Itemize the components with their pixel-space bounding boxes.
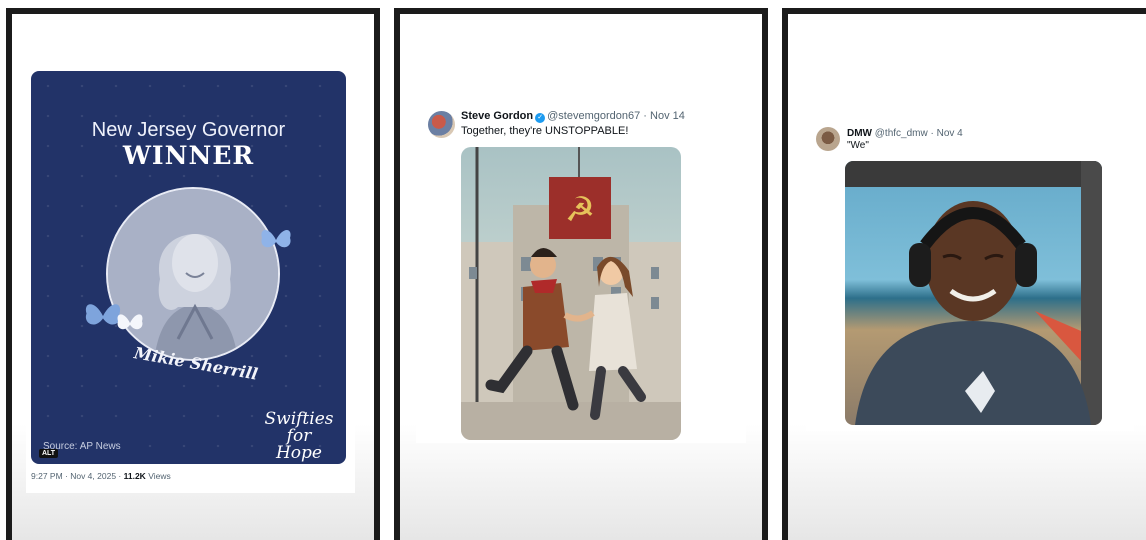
author-name[interactable]: DMW (847, 128, 872, 139)
tweet-author: DMW @thfc_dmw · Nov 4 (847, 128, 963, 139)
panel-frame-1: New Jersey Governor WINNER Mikie Sherril… (6, 8, 380, 540)
panel-2: Steve Gordon ✓ @stevemgordon67 · Nov 14 To… (400, 14, 762, 540)
views-label: Views (145, 471, 171, 481)
tweet-text: Together, they're UNSTOPPABLE! (461, 125, 629, 137)
avatar[interactable] (816, 127, 840, 151)
views-count: 11.2K (123, 471, 146, 481)
tweet-card-2[interactable]: Steve Gordon ✓ @stevemgordon67 · Nov 14 To… (416, 100, 746, 443)
verified-badge-icon: ✓ (535, 113, 546, 123)
tweet-image[interactable]: ☭ (461, 147, 681, 440)
avatar[interactable] (428, 111, 455, 138)
graphic-headline: WINNER (122, 141, 255, 170)
tweet-timestamp[interactable]: 9:27 PM · Nov 4, 2025 · (31, 471, 124, 481)
author-name[interactable]: Steve Gordon (461, 110, 533, 122)
alt-badge[interactable]: ALT (39, 449, 59, 458)
smiling-man-headphones-photo (845, 161, 1102, 425)
tweet-text: "We" (847, 140, 869, 151)
tweet-author: Steve Gordon ✓ @stevemgordon67 · Nov 14 (461, 110, 685, 123)
svg-text:☭: ☭ (565, 190, 595, 230)
panel-3: DMW @thfc_dmw · Nov 4 "We" (788, 14, 1146, 540)
panel-1: New Jersey Governor WINNER Mikie Sherril… (12, 14, 374, 540)
panel-frame-3: DMW @thfc_dmw · Nov 4 "We" (782, 8, 1146, 540)
tweet-meta: 9:27 PM · Nov 4, 2025 · 11.2K Views (31, 471, 171, 481)
cartoon-couple-image: ☭ (461, 147, 681, 440)
author-handle[interactable]: @stevemgordon67 · Nov 14 (547, 110, 685, 122)
tweet-image[interactable] (845, 161, 1102, 425)
author-handle[interactable]: @thfc_dmw · Nov 4 (875, 128, 963, 139)
butterfly-icon (261, 230, 291, 248)
tweet-card-1[interactable]: New Jersey Governor WINNER Mikie Sherril… (26, 65, 355, 493)
tweet-card-3[interactable]: DMW @thfc_dmw · Nov 4 "We" (806, 117, 1134, 431)
graphic-title: New Jersey Governor (91, 119, 286, 141)
winner-graphic[interactable]: New Jersey Governor WINNER Mikie Sherril… (31, 71, 346, 464)
panel-frame-2: Steve Gordon ✓ @stevemgordon67 · Nov 14 To… (394, 8, 768, 540)
butterfly-icon (117, 314, 143, 330)
swifties-logo: Swifties for Hope (264, 409, 334, 463)
